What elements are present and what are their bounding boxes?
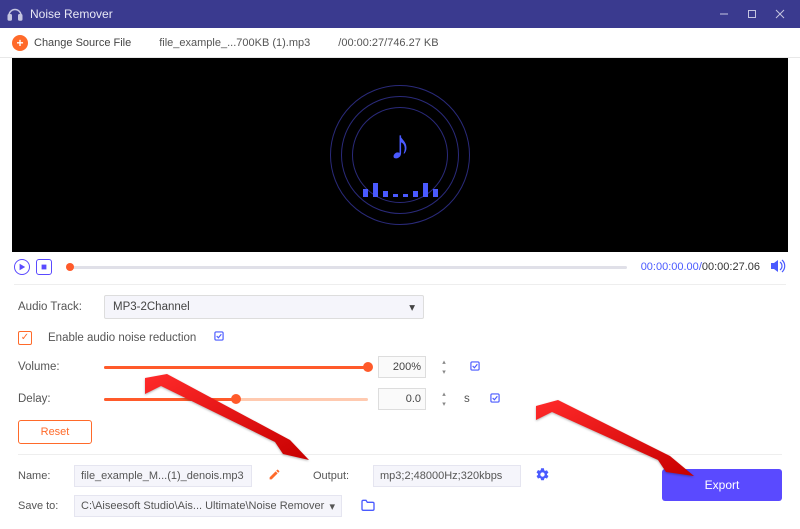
saveto-value: C:\Aiseesoft Studio\Ais... Ultimate\Nois… [81,500,324,512]
toolbar: + Change Source File file_example_...700… [0,28,800,58]
maximize-button[interactable] [738,4,766,24]
noise-reduction-label: Enable audio noise reduction [48,332,196,344]
chevron-down-icon[interactable]: ▾ [438,367,450,377]
time-current: 00:00:00.00 [641,261,699,273]
chevron-down-icon: ▾ [329,500,335,513]
seek-track[interactable] [66,266,627,269]
change-source-button[interactable]: + Change Source File [12,35,131,51]
plus-icon: + [12,35,28,51]
audio-track-value: MP3-2Channel [113,301,190,313]
source-filename: file_example_...700KB (1).mp3 [159,37,310,49]
volume-icon[interactable] [770,259,786,276]
delay-knob[interactable] [231,394,241,404]
saveto-select[interactable]: C:\Aiseesoft Studio\Ais... Ultimate\Nois… [74,495,342,517]
volume-input[interactable]: 200% [378,356,426,378]
controls-panel: Audio Track: MP3-2Channel ▾ ✓ Enable aud… [0,291,800,444]
minimize-button[interactable] [710,4,738,24]
delay-slider[interactable] [104,398,368,401]
chevron-up-icon[interactable]: ▴ [438,389,450,399]
saveto-label: Save to: [18,500,64,512]
equalizer-icon [363,183,438,197]
source-fileinfo: /00:00:27/746.27 KB [338,37,438,49]
preview-panel: ♪ [12,58,788,252]
playbar: 00:00:00.00/00:00:27.06 [0,252,800,276]
output-label: Output: [313,470,363,482]
noise-settings-icon[interactable] [212,329,226,346]
delay-stepper[interactable]: ▴▾ [438,389,450,409]
volume-stepper[interactable]: ▴▾ [438,357,450,377]
volume-value: 200% [393,361,421,373]
delay-input[interactable]: 0.0 [378,388,426,410]
seek-knob[interactable] [66,263,74,271]
reset-button[interactable]: Reset [18,420,92,444]
export-button[interactable]: Export [662,469,782,501]
reset-label: Reset [41,426,70,438]
volume-knob[interactable] [363,362,373,372]
gear-icon[interactable] [535,467,550,485]
change-source-label: Change Source File [34,37,131,49]
name-value: file_example_M...(1)_denois.mp3 [81,470,244,482]
edit-icon[interactable] [268,468,281,484]
noise-reduction-checkbox[interactable]: ✓ [18,331,32,345]
export-label: Export [705,478,740,492]
name-field[interactable]: file_example_M...(1)_denois.mp3 [74,465,252,487]
name-label: Name: [18,470,64,482]
delay-reset-icon[interactable] [488,391,502,408]
app-logo-icon [6,5,24,23]
delay-value: 0.0 [406,393,421,405]
delay-label: Delay: [18,393,94,405]
volume-label: Volume: [18,361,94,373]
chevron-up-icon[interactable]: ▴ [438,357,450,367]
close-button[interactable] [766,4,794,24]
audio-track-label: Audio Track: [18,301,94,313]
window-title: Noise Remover [30,7,710,21]
time-display: 00:00:00.00/00:00:27.06 [641,261,760,273]
play-button[interactable] [14,259,30,275]
chevron-down-icon: ▾ [409,300,415,314]
stop-button[interactable] [36,259,52,275]
chevron-down-icon[interactable]: ▾ [438,399,450,409]
output-field[interactable]: mp3;2;48000Hz;320kbps [373,465,521,487]
audio-track-select[interactable]: MP3-2Channel ▾ [104,295,424,319]
volume-reset-icon[interactable] [468,359,482,376]
titlebar: Noise Remover [0,0,800,28]
folder-icon[interactable] [360,498,376,515]
volume-slider[interactable] [104,366,368,369]
delay-unit: s [464,393,470,405]
music-visualizer: ♪ [330,85,470,225]
music-note-icon: ♪ [390,121,411,169]
time-duration: 00:00:27.06 [702,261,760,273]
output-value: mp3;2;48000Hz;320kbps [380,470,502,482]
